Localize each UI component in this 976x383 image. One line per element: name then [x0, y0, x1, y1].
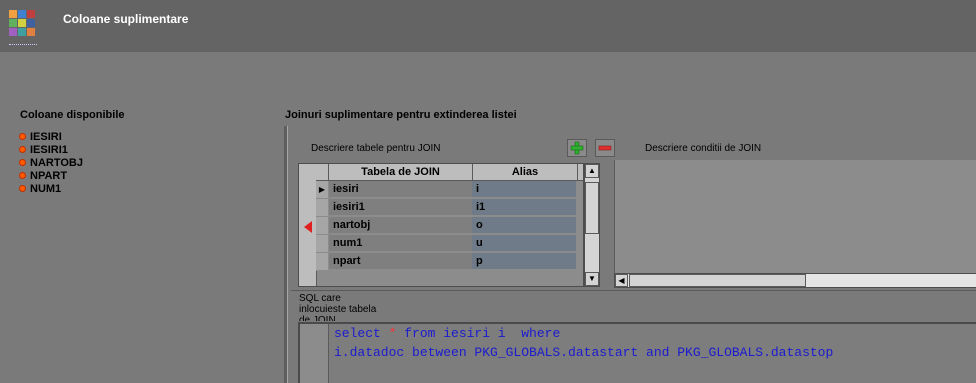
row-indicator	[316, 199, 328, 217]
row-indicator	[316, 217, 328, 235]
bullet-icon	[19, 172, 26, 179]
table-cell[interactable]: num1	[329, 235, 472, 252]
minus-icon	[598, 145, 612, 151]
join-conditions-label: Descriere conditii de JOIN	[645, 143, 762, 154]
joins-section-label: Joinuri suplimentare pentru extinderea l…	[285, 109, 517, 121]
available-columns-label: Coloane disponibile	[20, 109, 125, 121]
bullet-icon	[19, 159, 26, 166]
conditions-horizontal-scrollbar[interactable]: ◀	[614, 273, 976, 288]
plus-icon	[570, 141, 584, 155]
sql-line-1: select * from iesiri i where	[334, 326, 561, 341]
join-conditions-area[interactable]	[614, 160, 976, 273]
bullet-icon	[19, 146, 26, 153]
list-item[interactable]: NUM1	[19, 182, 83, 195]
sql-line-2: i.datadoc between PKG_GLOBALS.datastart …	[334, 345, 834, 360]
add-join-button[interactable]	[567, 139, 587, 157]
sql-editor[interactable]: select * from iesiri i where i.datadoc b…	[298, 322, 976, 383]
join-tables-grid[interactable]: Tabela de JOIN Alias ▶ iesiri i iesiri1 …	[298, 163, 584, 287]
progress-dots	[9, 44, 37, 49]
scroll-down-icon[interactable]: ▼	[585, 272, 599, 286]
table-cell[interactable]: nartobj	[329, 217, 472, 234]
list-item[interactable]: NPART	[19, 169, 83, 182]
alias-cell[interactable]: i	[472, 181, 576, 198]
scroll-up-icon[interactable]: ▲	[585, 164, 599, 178]
row-indicator	[316, 235, 328, 253]
row-indicator	[316, 253, 328, 271]
scroll-left-icon[interactable]: ◀	[615, 274, 628, 287]
divider	[291, 290, 976, 291]
panel-splitter[interactable]	[284, 126, 288, 383]
window: Coloane suplimentare Coloane disponibile…	[0, 0, 976, 383]
alias-cell[interactable]: o	[472, 217, 576, 234]
list-item[interactable]: IESIRI1	[19, 143, 83, 156]
alias-cell[interactable]: p	[472, 253, 576, 270]
alias-cell[interactable]: u	[472, 235, 576, 252]
sql-label: SQL care inlocuieste tabela de JOIN	[299, 293, 377, 321]
editor-gutter	[300, 324, 329, 383]
list-item[interactable]: NARTOBJ	[19, 156, 83, 169]
column-header-table[interactable]: Tabela de JOIN	[329, 164, 473, 180]
grid-vertical-scrollbar[interactable]: ▲ ▼	[584, 163, 600, 287]
column-header-alias[interactable]: Alias	[473, 164, 578, 180]
bullet-icon	[19, 133, 26, 140]
list-item[interactable]: IESIRI	[19, 130, 83, 143]
app-logo-icon	[9, 10, 35, 36]
header-bar: Coloane suplimentare	[0, 0, 976, 52]
join-tables-label: Descriere tabele pentru JOIN	[311, 143, 441, 154]
table-cell[interactable]: npart	[329, 253, 472, 270]
remove-join-button[interactable]	[595, 139, 615, 157]
window-title: Coloane suplimentare	[63, 12, 189, 26]
available-columns-list: IESIRI IESIRI1 NARTOBJ NPART NUM1	[19, 130, 83, 195]
current-row-indicator-icon: ▶	[316, 181, 328, 199]
scroll-thumb[interactable]	[629, 274, 806, 287]
header-corner	[316, 164, 329, 180]
table-cell[interactable]: iesiri1	[329, 199, 472, 216]
grid-gutter	[299, 164, 317, 286]
alias-cell[interactable]: i1	[472, 199, 576, 216]
bullet-icon	[19, 185, 26, 192]
table-cell[interactable]: iesiri	[329, 181, 472, 198]
scroll-thumb[interactable]	[585, 182, 599, 234]
grid-header: Tabela de JOIN Alias	[316, 164, 583, 181]
left-arrow-icon[interactable]	[303, 221, 313, 233]
